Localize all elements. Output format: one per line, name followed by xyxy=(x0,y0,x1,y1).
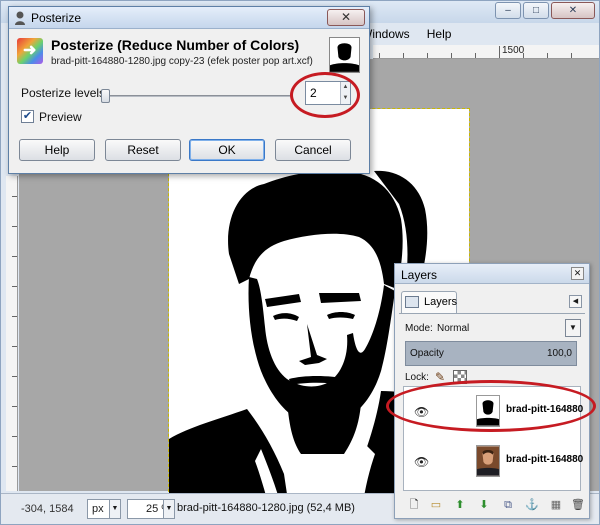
delete-layer-icon[interactable]: 🗑 xyxy=(571,498,585,512)
reset-button[interactable]: Reset xyxy=(105,139,181,161)
preview-checkbox[interactable]: ✔ xyxy=(21,110,34,123)
help-button[interactable]: Help xyxy=(19,139,95,161)
annotation-ellipse-layer xyxy=(386,380,596,432)
maximize-button[interactable]: □ xyxy=(523,2,549,19)
raise-layer-icon[interactable]: ⬆ xyxy=(453,498,467,512)
layers-titlebar[interactable]: Layers ✕ xyxy=(395,264,589,284)
slider-track xyxy=(101,95,291,97)
cursor-coordinates: -304, 1584 xyxy=(21,503,74,515)
layer-name: brad-pitt-164880 xyxy=(506,454,584,465)
chevron-down-icon: ▼ xyxy=(109,500,120,518)
minimize-button[interactable]: – xyxy=(495,2,521,19)
status-file-info: brad-pitt-164880-1280.jpg (52,4 MB) xyxy=(177,502,355,514)
slider-handle[interactable] xyxy=(101,89,110,103)
unit-select[interactable]: px ▼ xyxy=(87,499,121,519)
unit-value: px xyxy=(92,503,104,515)
posterize-levels-slider[interactable] xyxy=(101,89,291,103)
new-layer-group-icon[interactable]: ▭ xyxy=(429,498,443,512)
tab-layers-label: Layers xyxy=(424,296,458,308)
layer-row[interactable]: 👁 brad-pitt-164880 xyxy=(404,441,584,481)
lock-label: Lock: xyxy=(405,372,429,383)
posterize-titlebar[interactable]: Posterize ✕ xyxy=(9,7,369,29)
preview-label[interactable]: Preview xyxy=(39,110,82,124)
menu-help[interactable]: Help xyxy=(427,27,452,41)
mode-value[interactable]: Normal xyxy=(437,323,469,334)
opacity-value: 100,0 xyxy=(546,348,572,359)
divider xyxy=(399,313,585,314)
layers-icon xyxy=(405,296,419,308)
image-thumbnail xyxy=(329,37,360,73)
posterize-heading: Posterize (Reduce Number of Colors) xyxy=(51,37,300,53)
ok-button[interactable]: OK xyxy=(189,139,265,161)
ruler-horizontal[interactable]: 1500 xyxy=(373,45,599,59)
posterize-close-button[interactable]: ✕ xyxy=(327,9,365,26)
opacity-label: Opacity xyxy=(410,348,444,359)
lower-layer-icon[interactable]: ⬇ xyxy=(477,498,491,512)
posterize-title: Posterize xyxy=(31,11,82,25)
layers-title: Layers xyxy=(401,268,438,282)
close-icon[interactable]: ✕ xyxy=(571,267,584,280)
close-button[interactable]: ✕ xyxy=(551,2,595,19)
mode-label: Mode: xyxy=(405,323,433,334)
menubar: Windows Help xyxy=(361,27,465,45)
annotation-ellipse-levels xyxy=(290,72,360,118)
duplicate-layer-icon[interactable]: ⧉ xyxy=(501,498,515,512)
layer-mask-icon[interactable]: ▦ xyxy=(549,498,563,512)
opacity-slider[interactable]: Opacity 100,0 xyxy=(405,341,577,366)
posterize-effect-icon: ➜ xyxy=(17,38,43,64)
eye-icon[interactable]: 👁 xyxy=(414,455,429,469)
chevron-down-icon[interactable]: ▼ xyxy=(565,319,581,337)
ruler-label: 1500 xyxy=(502,45,525,56)
ruler-vertical[interactable] xyxy=(6,176,18,491)
gimp-wilber-icon xyxy=(15,11,25,25)
chevron-down-icon: ▼ xyxy=(163,500,174,518)
zoom-select[interactable]: 25 % ▼ xyxy=(127,499,175,519)
tab-layers[interactable]: Layers xyxy=(401,291,457,313)
layer-thumbnail xyxy=(476,445,500,477)
layers-toolbar: 🗋 ▭ ⬆ ⬇ ⧉ ⚓ ▦ 🗑 xyxy=(405,497,585,513)
anchor-layer-icon[interactable]: ⚓ xyxy=(525,498,539,512)
tab-menu-icon[interactable]: ◀ xyxy=(569,295,582,308)
new-layer-icon[interactable]: 🗋 xyxy=(407,498,421,512)
posterize-subheading: brad-pitt-164880-1280.jpg copy-23 (efek … xyxy=(51,56,313,67)
cancel-button[interactable]: Cancel xyxy=(275,139,351,161)
posterize-levels-label: Posterize levels: xyxy=(21,86,109,100)
